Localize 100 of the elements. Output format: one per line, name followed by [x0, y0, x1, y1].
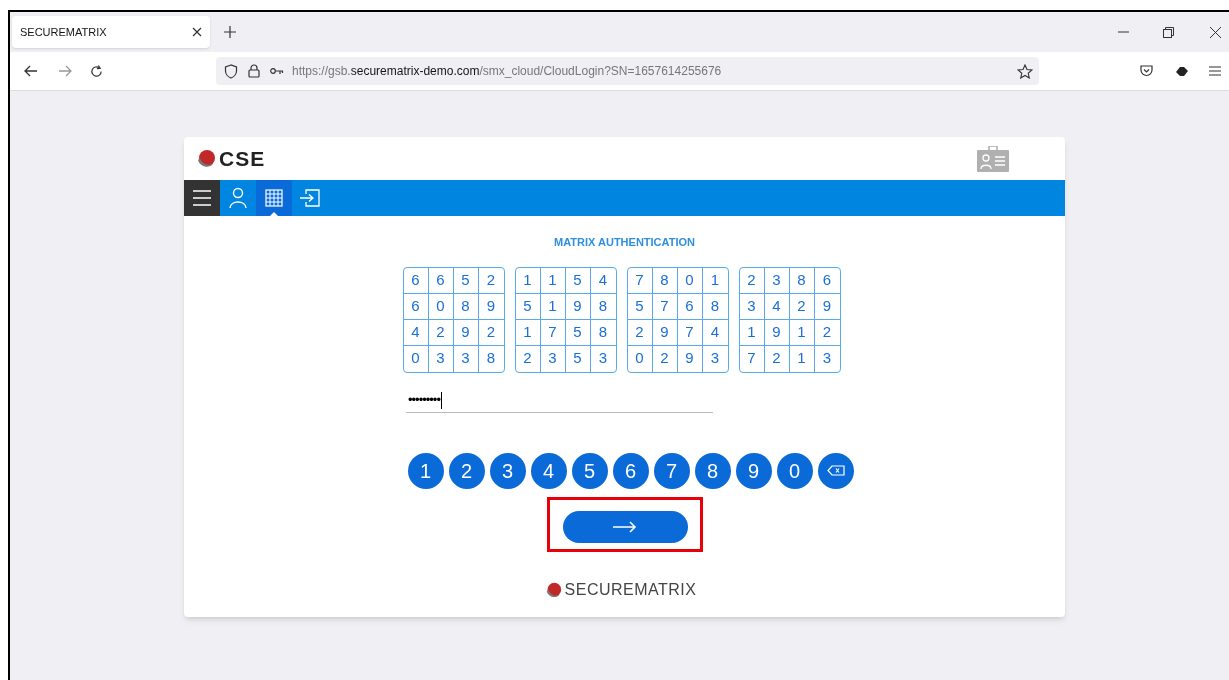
shield-icon[interactable]	[224, 63, 238, 79]
grid-icon	[263, 187, 285, 209]
matrix-cell: 2	[814, 319, 840, 346]
matrix-cell: 6	[403, 293, 429, 320]
matrix-cell: 0	[428, 293, 454, 320]
matrix-cell: 4	[764, 293, 790, 320]
matrix-cell: 3	[764, 267, 790, 294]
user-icon	[227, 187, 249, 209]
sign-in-icon	[299, 187, 321, 209]
logo-icon	[196, 148, 216, 169]
matrix-cell: 6	[677, 293, 703, 320]
keypad-key[interactable]: 5	[571, 452, 608, 489]
close-icon[interactable]	[1210, 26, 1221, 38]
arrow-right-icon	[613, 520, 637, 533]
logo-text: SECUREMATRIX	[564, 582, 697, 598]
keypad-key[interactable]: 1	[407, 452, 444, 489]
matrix-cell: 9	[677, 345, 703, 372]
star-icon[interactable]	[1017, 63, 1033, 79]
matrix-cell: 1	[515, 267, 541, 294]
matrix-cell: 9	[565, 293, 591, 320]
matrix-cell: 8	[453, 293, 479, 320]
matrix-cell: 5	[565, 319, 591, 346]
matrix-cell: 0	[677, 267, 703, 294]
back-icon[interactable]	[24, 65, 38, 77]
matrix-cell: 0	[403, 345, 429, 372]
matrix-cell: 8	[590, 319, 616, 346]
menu-icon[interactable]	[1209, 66, 1221, 76]
matrix-cell: 3	[428, 345, 454, 372]
logo-icon	[544, 581, 562, 599]
matrix-cell: 7	[540, 319, 566, 346]
matrix-cell-text: 3	[821, 348, 833, 369]
keypad-key[interactable]: 9	[735, 452, 772, 489]
matrix-cell: 7	[677, 319, 703, 346]
matrix-cell: 1	[540, 267, 566, 294]
keypad-key[interactable]: 4	[530, 452, 567, 489]
matrix-cell: 1	[739, 319, 765, 346]
forward-icon[interactable]	[58, 65, 72, 77]
matrix-cell: 2	[739, 267, 765, 294]
matrix-cell: 9	[453, 319, 479, 346]
matrix-cell: 9	[478, 293, 504, 320]
matrix-cell: 6	[403, 267, 429, 294]
matrix-cell: 4	[403, 319, 429, 346]
matrix-cell: 2	[478, 267, 504, 294]
matrix-cell: 2	[652, 345, 678, 372]
extension-icon[interactable]	[1175, 65, 1189, 77]
nav-tab[interactable]	[256, 180, 292, 216]
matrix-cell-text: 3	[709, 348, 721, 369]
matrix-cell: 1	[789, 319, 815, 346]
matrix-cell: 5	[515, 293, 541, 320]
backspace-button[interactable]	[817, 452, 854, 489]
matrix-cell: 2	[428, 319, 454, 346]
keypad-key[interactable]: 7	[653, 452, 690, 489]
matrix-cell: 6	[814, 267, 840, 294]
matrix-cell: 4	[590, 267, 616, 294]
keypad-key[interactable]: 8	[694, 452, 731, 489]
pocket-icon[interactable]	[1140, 65, 1153, 77]
matrix-cell: 1	[702, 267, 728, 294]
matrix-cell-text: 3	[597, 348, 609, 369]
matrix-cell: 8	[702, 293, 728, 320]
matrix-cell-text: 8	[485, 348, 497, 369]
matrix-cell: 5	[565, 267, 591, 294]
matrix-cell: 3	[453, 345, 479, 372]
keypad-key[interactable]: 6	[612, 452, 649, 489]
plus-icon[interactable]	[224, 26, 236, 38]
keypad-key[interactable]: 3	[489, 452, 526, 489]
matrix-cell: 5	[453, 267, 479, 294]
submit-button[interactable]	[562, 510, 688, 543]
matrix-cell: 4	[702, 319, 728, 346]
matrix-cell: 5	[565, 345, 591, 372]
matrix-cell: 1	[515, 319, 541, 346]
matrix-cell: 8	[590, 293, 616, 320]
keypad-key[interactable]: 0	[776, 452, 813, 489]
menu-icon	[191, 187, 213, 209]
matrix-cell: 1	[540, 293, 566, 320]
matrix-cell: 2	[764, 345, 790, 372]
reload-icon[interactable]	[90, 64, 103, 78]
matrix-cell: 2	[627, 319, 653, 346]
matrix-cell: 0	[627, 345, 653, 372]
matrix-cell: 9	[652, 319, 678, 346]
nav-tab[interactable]	[184, 180, 220, 216]
matrix-cell: 2	[515, 345, 541, 372]
matrix-cell: 6	[428, 267, 454, 294]
matrix-cell: 7	[652, 293, 678, 320]
lock-icon[interactable]	[248, 64, 260, 78]
password-field[interactable]: •••••••••	[406, 388, 713, 413]
matrix-cell: 7	[627, 267, 653, 294]
backspace-icon	[826, 465, 845, 476]
keypad-key[interactable]: 2	[448, 452, 485, 489]
restore-icon[interactable]	[1163, 26, 1174, 38]
matrix-cell: 3	[540, 345, 566, 372]
matrix-cell: 2	[478, 319, 504, 346]
key-icon[interactable]	[270, 67, 284, 75]
matrix-cell: 9	[764, 319, 790, 346]
matrix-cell: 1	[789, 345, 815, 372]
matrix-cell: 9	[814, 293, 840, 320]
page-title: MATRIX AUTHENTICATION	[553, 235, 696, 250]
close-icon[interactable]	[192, 27, 202, 37]
matrix-cell: 7	[739, 345, 765, 372]
matrix-cell: 5	[627, 293, 653, 320]
matrix-cell: 2	[789, 293, 815, 320]
